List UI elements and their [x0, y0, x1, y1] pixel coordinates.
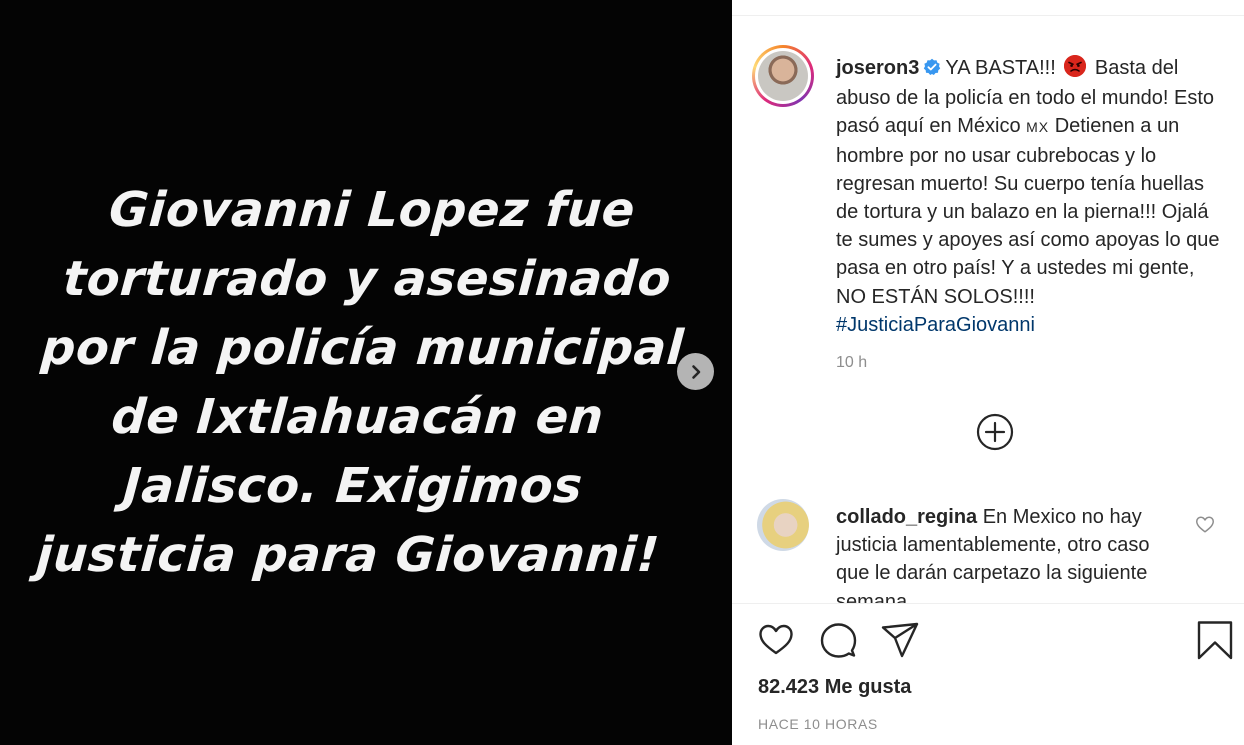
story-line: Giovanni Lopez fue — [107, 182, 637, 238]
post-side-panel: joseron3 YA BASTA!!! Basta del abuso de l… — [732, 0, 1244, 745]
commenter-avatar[interactable] — [757, 499, 809, 551]
next-slide-button[interactable] — [677, 353, 714, 390]
post-caption: joseron3 YA BASTA!!! Basta del abuso de l… — [836, 54, 1224, 339]
caption-text: YA BASTA!!! — [945, 57, 1056, 79]
chevron-right-icon — [691, 364, 700, 379]
save-button[interactable] — [1195, 620, 1235, 660]
like-button[interactable] — [756, 620, 796, 660]
author-avatar[interactable] — [752, 45, 814, 107]
divider — [732, 15, 1244, 16]
likes-count[interactable]: 82.423 Me gusta — [758, 676, 911, 699]
angry-face-emoji — [1064, 55, 1087, 77]
post-timestamp[interactable]: HACE 10 HORAS — [758, 716, 878, 732]
heart-outline-icon — [1196, 516, 1214, 533]
mexico-flag-emoji: MX — [1026, 119, 1050, 136]
comment-button[interactable] — [818, 620, 858, 660]
comment-bubble-icon — [820, 623, 857, 658]
plus-circle-icon — [976, 413, 1014, 451]
story-line: de Ixtlahuacán en — [109, 389, 606, 445]
story-image-text: Giovanni Lopez fue torturado y asesinado… — [6, 176, 715, 590]
story-line: Jalisco. Exigimos — [121, 458, 585, 514]
heart-icon — [759, 624, 793, 655]
story-line: torturado y asesinado — [61, 251, 674, 307]
divider — [732, 603, 1244, 604]
bookmark-icon — [1197, 621, 1233, 660]
comments-list: collado_regina En Mexico no hay justicia… — [732, 495, 1244, 603]
verified-badge-icon — [923, 56, 941, 84]
comment-item: collado_regina En Mexico no hay justicia… — [836, 503, 1166, 603]
paper-plane-icon — [881, 622, 919, 658]
hashtag-link[interactable]: #JusticiaParaGiovanni — [836, 314, 1035, 336]
share-button[interactable] — [880, 620, 920, 660]
caption-text: Detienen a un hombre por no usar cubrebo… — [836, 115, 1220, 308]
caption-timestamp[interactable]: 10 h — [836, 354, 867, 372]
commenter-username[interactable]: collado_regina — [836, 506, 977, 528]
story-line: justicia para Giovanni! — [34, 527, 662, 583]
story-line: por la policía municipal — [39, 320, 686, 376]
load-more-comments-button[interactable] — [976, 413, 1014, 451]
post-media: Giovanni Lopez fue torturado y asesinado… — [0, 0, 732, 745]
author-username[interactable]: joseron3 — [836, 57, 919, 79]
comment-like-button[interactable] — [1194, 513, 1216, 535]
author-avatar-photo — [758, 51, 808, 101]
